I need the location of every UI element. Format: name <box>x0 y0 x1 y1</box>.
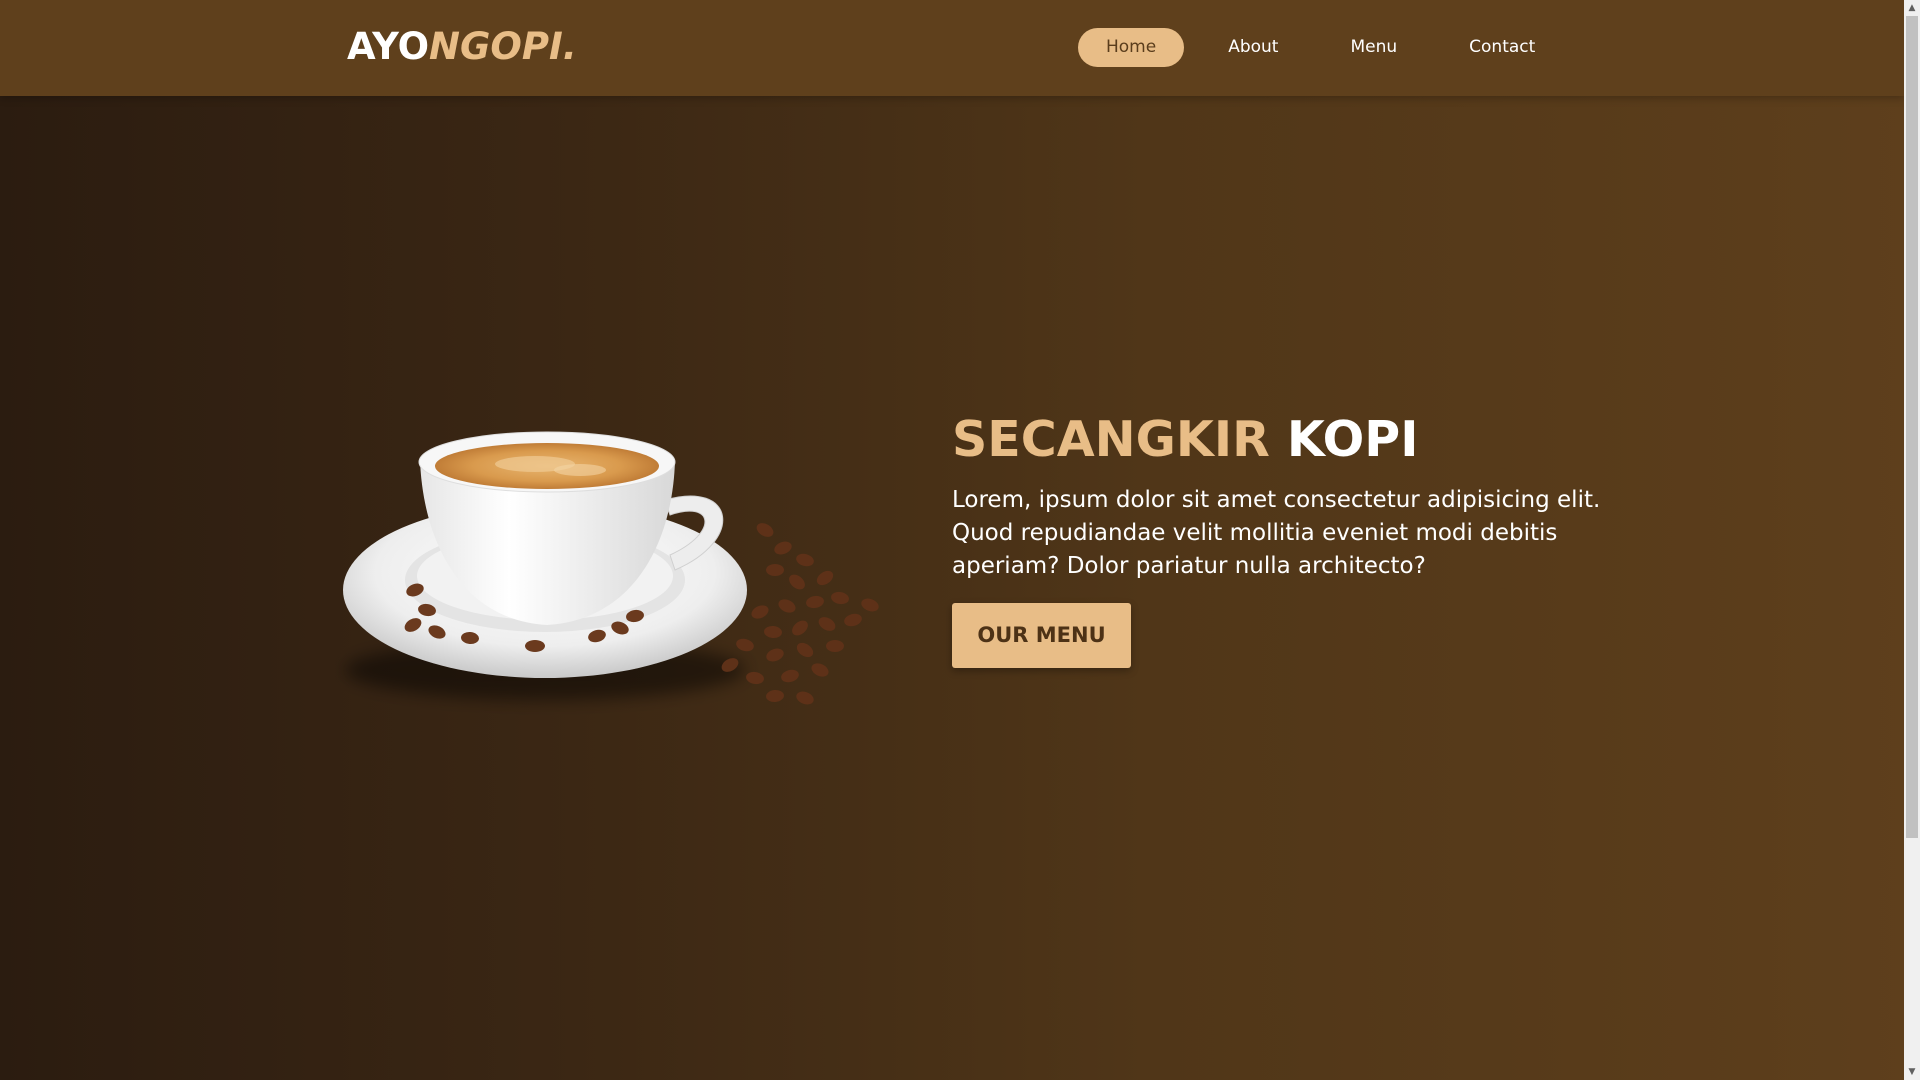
nav-item-menu[interactable]: Menu <box>1322 28 1425 67</box>
navbar: AYONGOPI. Home About Menu Contact <box>0 0 1904 96</box>
vertical-scrollbar[interactable]: ▲ ▼ <box>1904 0 1920 1080</box>
hero-content: SECANGKIR KOPI Lorem, ipsum dolor sit am… <box>952 410 1652 668</box>
logo-part-ngopi: NGOPI. <box>429 25 577 68</box>
coffee-cup-icon <box>335 420 895 720</box>
scroll-down-icon[interactable]: ▼ <box>1904 1064 1920 1080</box>
scroll-up-icon[interactable]: ▲ <box>1904 0 1920 16</box>
logo-part-ayo: AYO <box>347 25 430 68</box>
nav-item-about[interactable]: About <box>1200 28 1306 67</box>
scroll-thumb[interactable] <box>1906 16 1918 838</box>
nav-item-contact[interactable]: Contact <box>1441 28 1563 67</box>
hero-title-rest: KOPI <box>1286 411 1419 468</box>
our-menu-button[interactable]: OUR MENU <box>952 603 1131 668</box>
nav-item-home[interactable]: Home <box>1078 28 1185 67</box>
logo[interactable]: AYONGOPI. <box>347 24 577 70</box>
coffee-cup-illustration <box>343 431 879 705</box>
page: AYONGOPI. Home About Menu Contact SECANG… <box>0 0 1904 1080</box>
main-nav: Home About Menu Contact <box>1078 28 1579 67</box>
hero-title: SECANGKIR KOPI <box>952 410 1652 470</box>
hero-title-highlight: SECANGKIR <box>952 411 1270 468</box>
hero-description: Lorem, ipsum dolor sit amet consectetur … <box>952 487 1601 579</box>
